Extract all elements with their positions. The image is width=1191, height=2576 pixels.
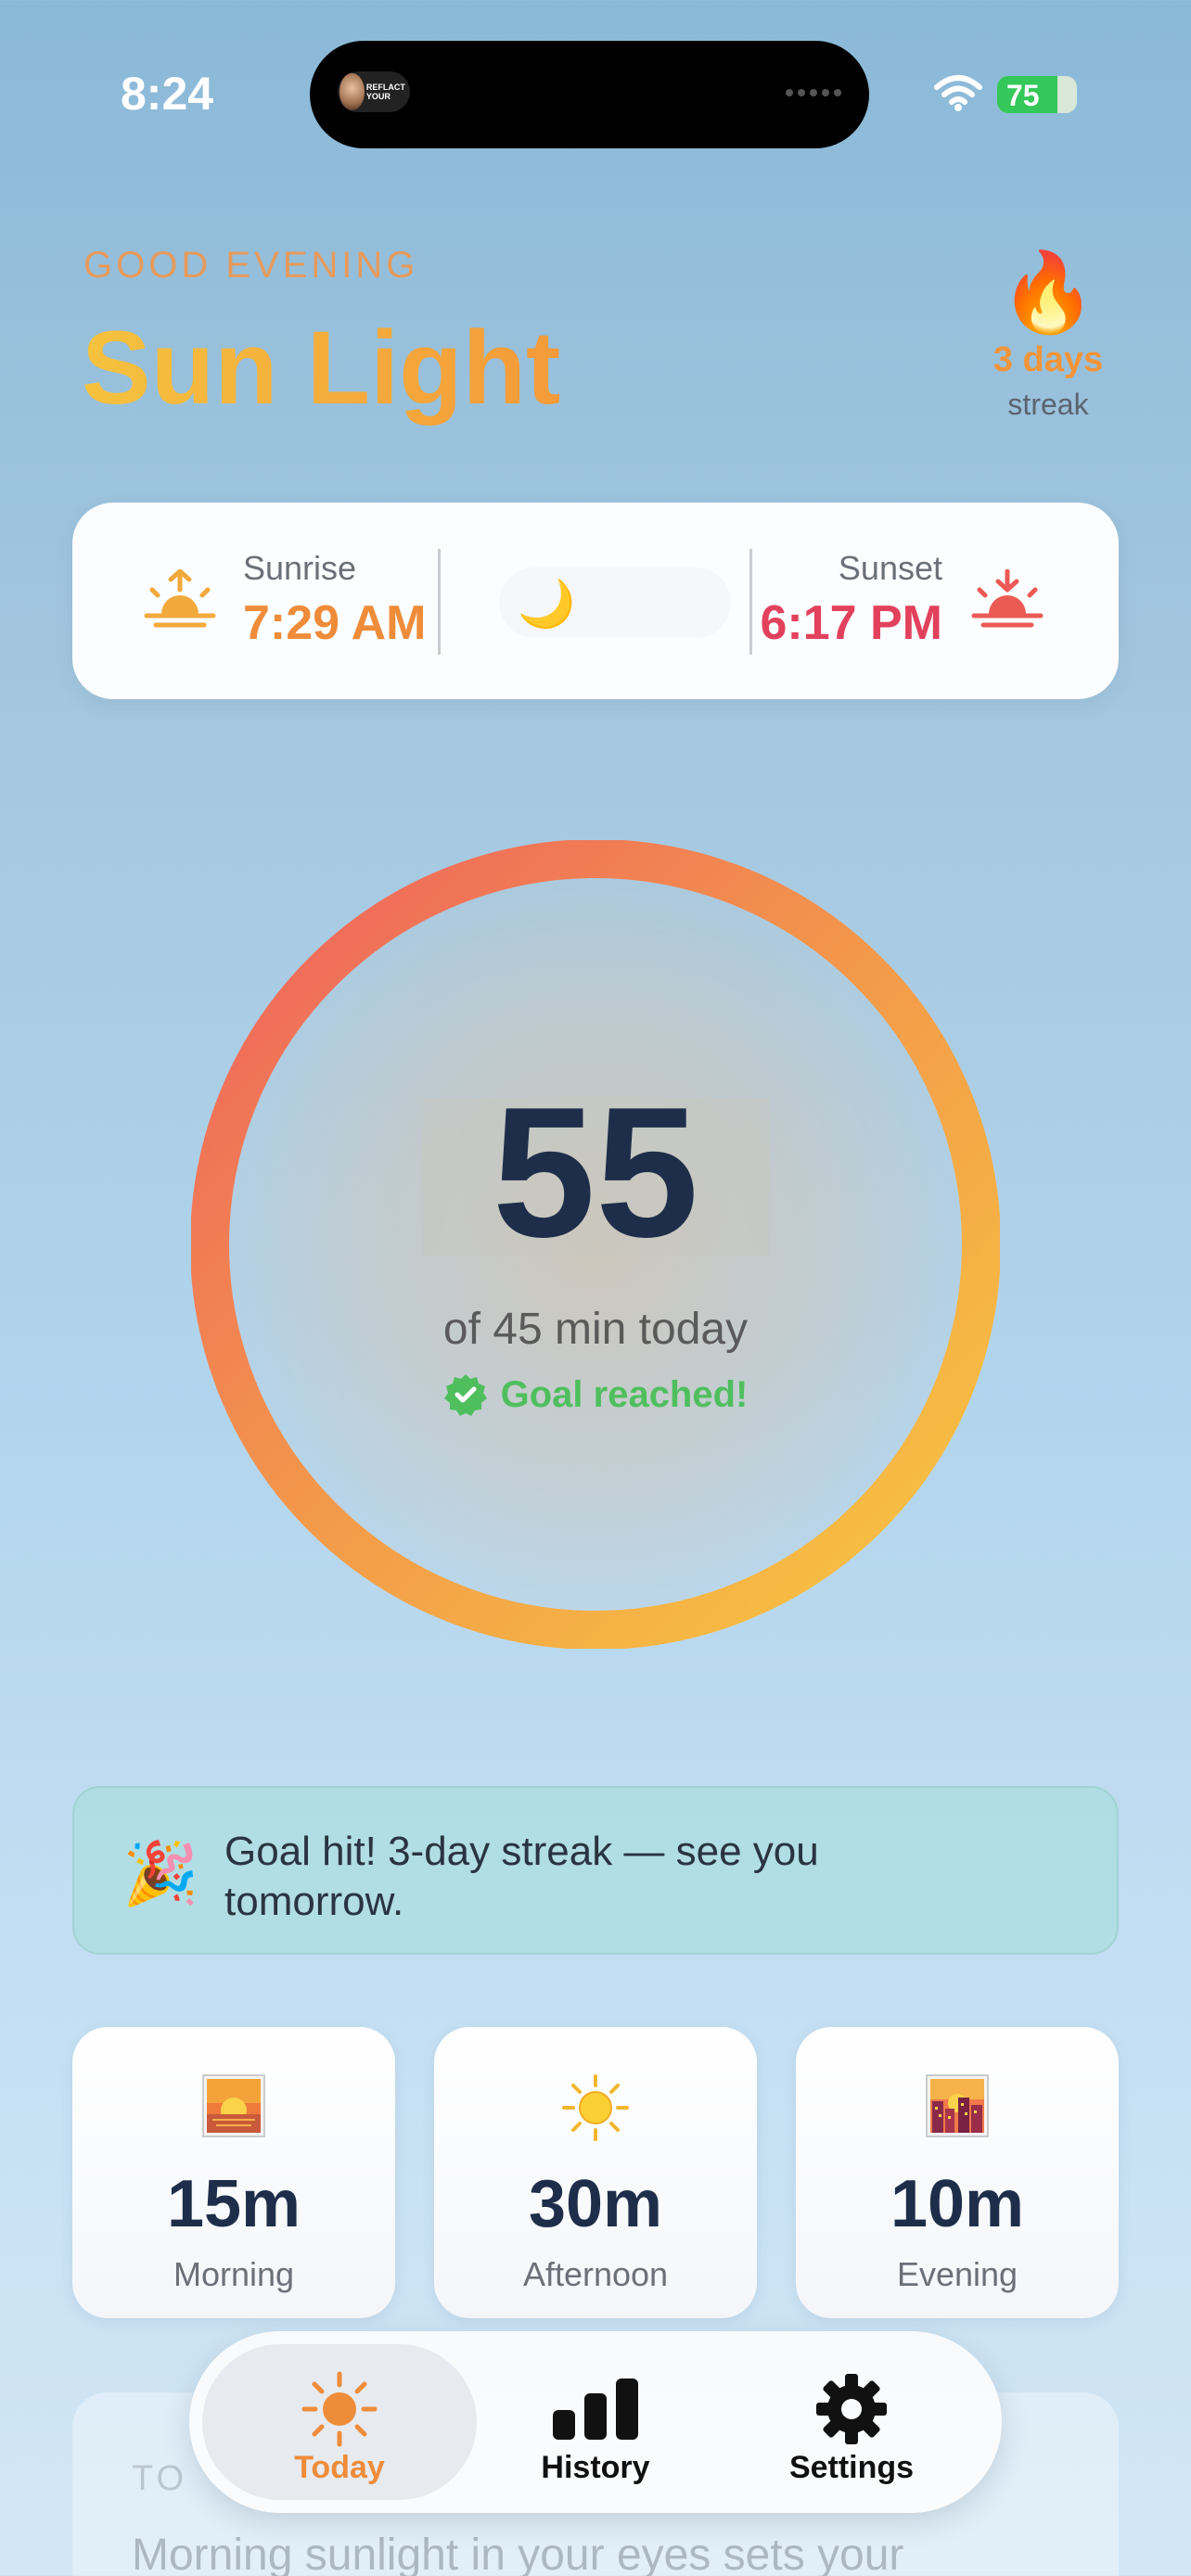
sunset-icon <box>970 568 1044 633</box>
thumbnail-text: REFLACT YOUR <box>365 83 405 101</box>
streak-banner: 🎉 Goal hit! 3-day streak — see you tomor… <box>72 1786 1119 1955</box>
tab-label: Today <box>294 2450 385 2485</box>
party-popper-icon: 🎉 <box>122 1839 199 1907</box>
battery-percent: 75 <box>1006 79 1040 112</box>
dynamic-island[interactable]: REFLACT YOUR <box>310 41 869 148</box>
verified-check-icon <box>443 1374 487 1416</box>
sunset-block: Sunset 6:17 PM <box>760 549 942 651</box>
banner-text: Goal hit! 3-day streak — see you tomorro… <box>224 1829 819 1924</box>
avatar <box>339 73 365 110</box>
stat-value: 15m <box>166 2167 301 2241</box>
sunrise-label: Sunrise <box>243 549 357 587</box>
sun-icon <box>202 2371 477 2447</box>
waveform-icon <box>786 89 841 96</box>
goal-status: Goal reached! <box>278 1372 913 1417</box>
sunset-time: 6:17 PM <box>760 596 942 650</box>
goal-status-text: Goal reached! <box>500 1373 749 1415</box>
stat-label: Afternoon <box>522 2255 669 2293</box>
stat-card-evening[interactable]: 10m Evening <box>796 2027 1119 2318</box>
sunrise-time: 7:29 AM <box>243 596 427 650</box>
streak-days: 3 days <box>992 340 1104 379</box>
tab-history[interactable]: History <box>458 2344 733 2500</box>
page-title: Sun Light <box>82 310 561 426</box>
stat-card-morning[interactable]: 15m Morning <box>72 2027 395 2318</box>
tab-today[interactable]: Today <box>202 2344 477 2500</box>
tips-title: TO <box>132 2459 188 2498</box>
minutes-value: 55 <box>492 1069 699 1276</box>
greeting: GOOD EVENING <box>83 245 419 286</box>
streak-badge[interactable]: 🔥 3 days streak <box>983 246 1113 422</box>
fire-icon: 🔥 <box>999 249 1097 336</box>
sunrise-block: Sunrise 7:29 AM <box>243 549 426 651</box>
divider <box>749 549 752 655</box>
streak-label: streak <box>1007 388 1089 421</box>
status-time: 8:24 <box>121 68 214 120</box>
sunrise-icon <box>143 568 217 633</box>
now-playing-thumbnail[interactable]: REFLACT YOUR <box>338 71 410 112</box>
tips-text: Morning sunlight in your eyes sets your <box>132 2531 904 2576</box>
battery-icon: 75 <box>997 76 1077 113</box>
wifi-icon <box>933 74 983 116</box>
sun-icon <box>434 2073 757 2146</box>
sunset-city-icon <box>796 2073 1119 2146</box>
moon-icon: 🌙 <box>518 578 576 630</box>
sun-times-card: Sunrise 7:29 AM 🌙 Sunset 6:17 PM <box>72 503 1119 699</box>
tab-label: Settings <box>788 2450 915 2485</box>
tab-bar: Today History Settings <box>189 2331 1002 2513</box>
stat-card-afternoon[interactable]: 30m Afternoon <box>434 2027 757 2318</box>
tab-settings[interactable]: Settings <box>714 2344 989 2500</box>
stat-value: 10m <box>890 2167 1025 2241</box>
divider <box>438 549 441 655</box>
stat-label: Morning <box>173 2255 295 2293</box>
stat-label: Evening <box>896 2255 1018 2293</box>
gear-icon <box>714 2372 989 2446</box>
sunset-label: Sunset <box>838 549 942 587</box>
sunrise-photo-icon <box>72 2073 395 2146</box>
goal-subtitle: of 45 min today <box>442 1305 749 1354</box>
tab-label: History <box>541 2450 650 2485</box>
bar-chart-icon <box>458 2372 733 2446</box>
stat-value: 30m <box>528 2167 663 2241</box>
